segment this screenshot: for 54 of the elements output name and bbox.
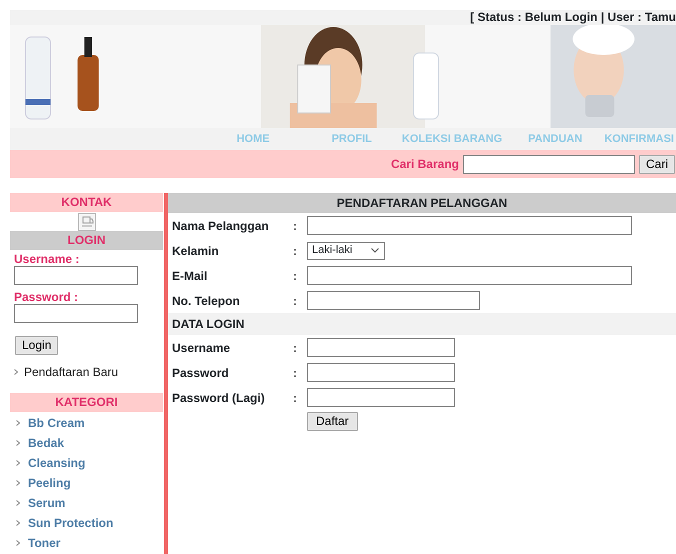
- category-link[interactable]: Toner: [28, 534, 60, 552]
- gender-select[interactable]: Laki-laki: [307, 242, 385, 260]
- category-link[interactable]: Sun Protection: [28, 514, 114, 532]
- category-link[interactable]: Cleansing: [28, 454, 86, 472]
- section-header: LOGIN: [10, 231, 163, 250]
- chevron-icon: [14, 369, 18, 375]
- chevron-icon: [16, 520, 20, 526]
- search-button[interactable]: Cari: [638, 154, 675, 174]
- field-label: E-Mail: [171, 268, 208, 284]
- category-link[interactable]: Bb Cream: [28, 414, 85, 432]
- input-field[interactable]: [307, 388, 455, 407]
- colon: :: [293, 390, 298, 406]
- input-field[interactable]: [307, 266, 632, 285]
- input-field[interactable]: [307, 291, 480, 310]
- chevron-icon: [16, 480, 20, 486]
- section-header: KONTAK: [10, 193, 163, 212]
- input-field[interactable]: [307, 363, 455, 382]
- register-link[interactable]: Pendaftaran Baru: [24, 363, 118, 381]
- field-label: Nama Pelanggan: [171, 218, 270, 234]
- password-field[interactable]: [14, 304, 138, 323]
- section-header: KATEGORI: [10, 393, 163, 412]
- input-field[interactable]: [307, 338, 455, 357]
- field-label: Password (Lagi): [171, 390, 266, 406]
- field-label: Username: [171, 340, 232, 356]
- colon: :: [293, 364, 298, 382]
- field-label: Password: [171, 364, 230, 382]
- field-label: Kelamin: [171, 242, 220, 260]
- colon: :: [293, 340, 298, 356]
- category-link[interactable]: Serum: [28, 494, 66, 512]
- category-link[interactable]: Bedak: [28, 434, 64, 452]
- input-field[interactable]: [307, 216, 632, 235]
- chevron-icon: [16, 440, 20, 446]
- section-heading: DATA LOGIN: [168, 313, 676, 335]
- colon: :: [293, 292, 298, 310]
- login-button[interactable]: Login: [15, 336, 58, 355]
- submit-button[interactable]: Daftar: [307, 412, 358, 431]
- field-label: No. Telepon: [171, 292, 241, 310]
- colon: :: [293, 218, 298, 234]
- form-title: PENDAFTARAN PELANGGAN: [168, 193, 676, 213]
- search-label: Cari Barang: [390, 156, 459, 173]
- category-link[interactable]: Peeling: [28, 474, 71, 492]
- caret-icon: [371, 248, 379, 253]
- field-label: Username :: [14, 253, 80, 266]
- search-field[interactable]: [462, 154, 635, 174]
- username-field[interactable]: [14, 266, 138, 285]
- colon: :: [293, 268, 298, 284]
- chevron-icon: [16, 460, 20, 466]
- status-text: [ Status : Belum Login | User : Tamu: [10, 10, 676, 25]
- chevron-icon: [16, 540, 20, 546]
- chevron-icon: [16, 420, 20, 426]
- colon: :: [293, 242, 298, 260]
- field-label: Password :: [14, 291, 80, 304]
- chevron-icon: [16, 500, 20, 506]
- contact-icon[interactable]: [78, 213, 96, 232]
